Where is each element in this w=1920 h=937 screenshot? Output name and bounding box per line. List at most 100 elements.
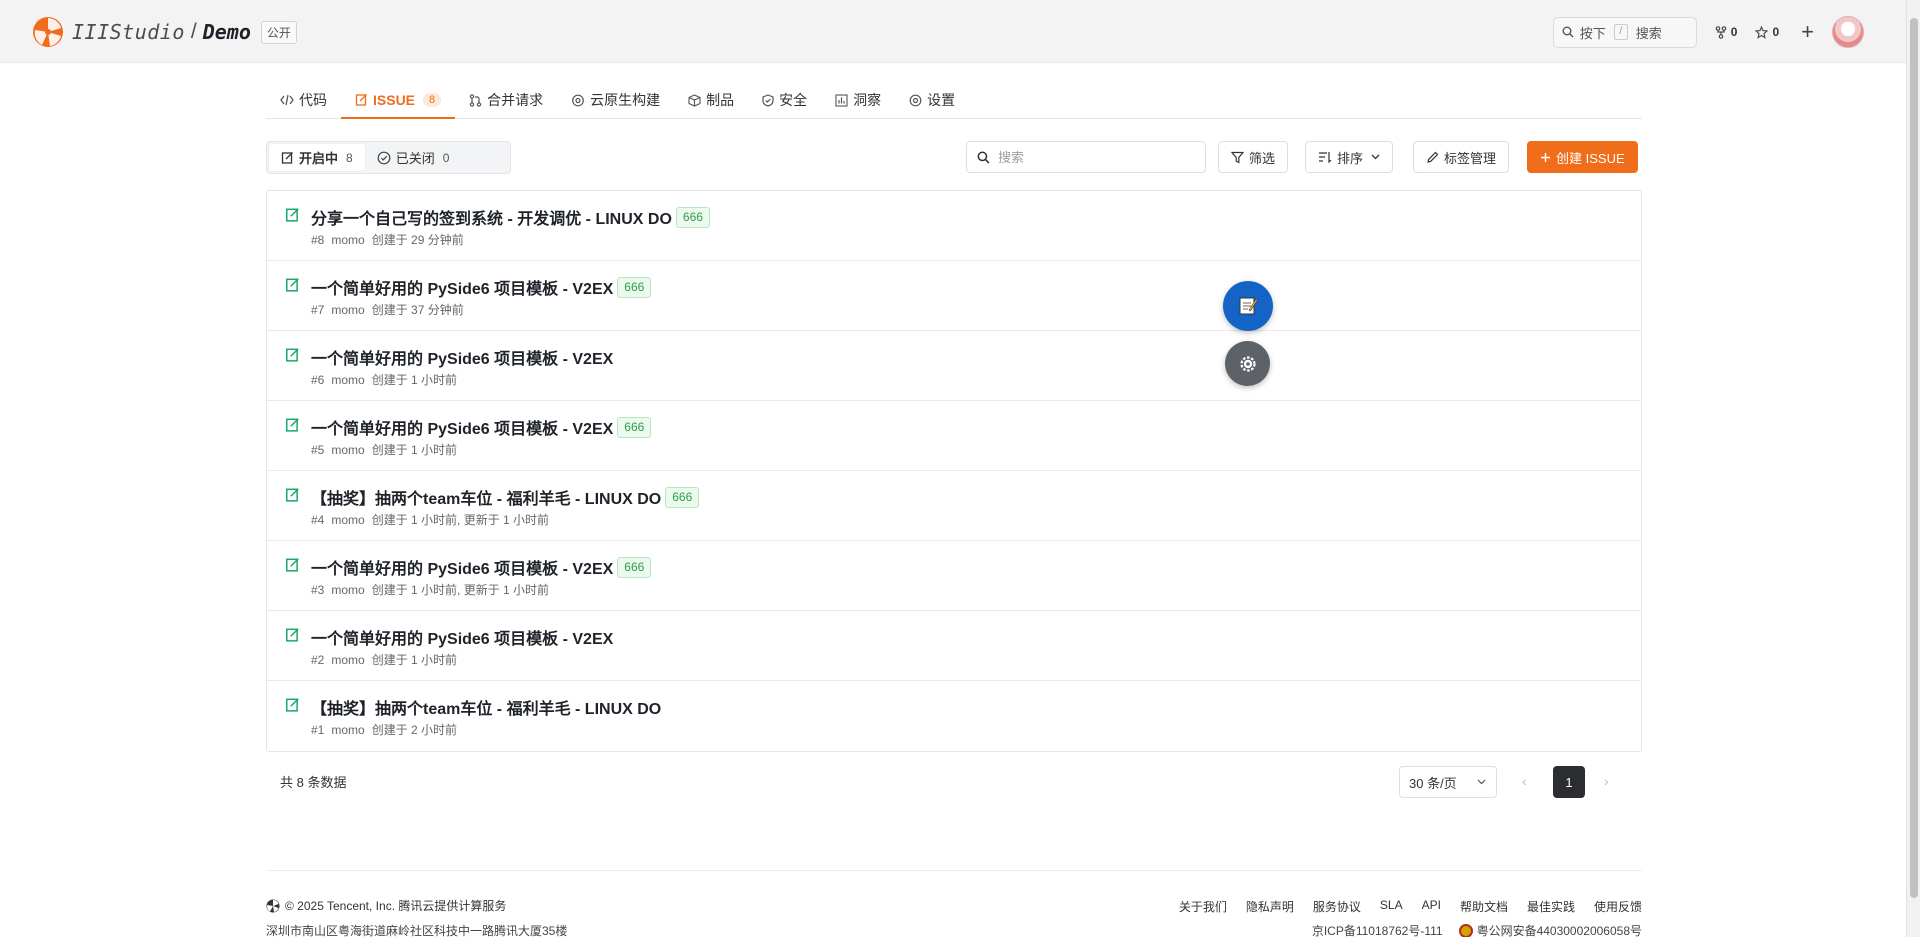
company-address: 深圳市南山区粤海街道麻岭社区科技中一路腾讯大厦35楼: [266, 924, 568, 937]
top-bar: IIIStudio / Demo 公开 按下 / 搜索 0 0 +: [0, 0, 1906, 63]
footer-link-privacy[interactable]: 隐私声明: [1246, 898, 1294, 915]
issue-title-link[interactable]: 一个简单好用的 PySide6 项目模板 - V2EX: [311, 275, 613, 299]
issue-icon: [281, 152, 293, 164]
issue-time: 创建于 29 分钟前: [371, 233, 464, 247]
tab-code[interactable]: 代码: [266, 82, 341, 118]
tab-settings[interactable]: 设置: [895, 82, 969, 118]
issue-author[interactable]: momo: [331, 233, 364, 247]
issue-author[interactable]: momo: [331, 723, 364, 737]
tab-cloud-build[interactable]: 云原生构建: [557, 82, 674, 118]
issue-row[interactable]: 分享一个自己写的签到系统 - 开发调优 - LINUX DO 666 #8 mom…: [267, 191, 1641, 261]
issue-status-segment: 开启中 8 已关闭 0: [266, 141, 511, 174]
open-issue-icon: [285, 558, 299, 572]
repo-name-link[interactable]: Demo: [203, 20, 251, 44]
footer-link-about[interactable]: 关于我们: [1179, 898, 1227, 915]
global-search[interactable]: 按下 / 搜索: [1552, 16, 1697, 48]
issue-title-link[interactable]: 【抽奖】抽两个team车位 - 福利羊毛 - LINUX DO: [311, 695, 661, 719]
create-issue-button[interactable]: 创建 ISSUE: [1527, 141, 1638, 173]
tab-label: 制品: [706, 92, 735, 108]
header-actions: 按下 / 搜索 0 0 +: [1552, 16, 1864, 48]
scrollbar-thumb[interactable]: [1910, 18, 1918, 898]
issue-author[interactable]: momo: [331, 513, 364, 527]
issue-number: #6: [311, 373, 325, 387]
issue-label-tag[interactable]: 666: [617, 556, 652, 578]
path-separator: /: [190, 20, 197, 43]
label-manage-button[interactable]: 标签管理: [1413, 141, 1510, 173]
star-button[interactable]: 0: [1755, 25, 1779, 39]
tab-packages[interactable]: 制品: [674, 82, 748, 118]
issue-author[interactable]: momo: [331, 653, 364, 667]
issue-title-link[interactable]: 一个简单好用的 PySide6 项目模板 - V2EX: [311, 625, 613, 649]
issue-time: 创建于 2 小时前: [371, 723, 458, 737]
sort-button[interactable]: 排序: [1305, 141, 1394, 173]
user-avatar[interactable]: [1832, 16, 1864, 48]
icp-license-link[interactable]: 京ICP备11018762号-111: [1312, 922, 1443, 937]
footer-links: 关于我们 隐私声明 服务协议 SLA API 帮助文档 最佳实践 使用反馈: [1160, 898, 1642, 915]
chevron-down-icon: [1371, 154, 1380, 160]
page-scrollbar[interactable]: [1906, 0, 1920, 937]
footer-link-docs[interactable]: 帮助文档: [1460, 898, 1508, 915]
shield-icon: [762, 93, 774, 107]
issue-author[interactable]: momo: [331, 303, 364, 317]
filter-button[interactable]: 筛选: [1218, 141, 1289, 173]
current-page[interactable]: 1: [1553, 766, 1585, 798]
issue-row[interactable]: 一个简单好用的 PySide6 项目模板 - V2EX 666 #7 momo 创建…: [267, 261, 1641, 331]
issue-author[interactable]: momo: [331, 443, 364, 457]
issue-number: #1: [311, 723, 325, 737]
plus-icon: [1541, 152, 1550, 162]
cnb-logo-icon[interactable]: [32, 16, 64, 48]
issue-row[interactable]: 【抽奖】抽两个team车位 - 福利羊毛 - LINUX DO 666 #4 mo…: [267, 471, 1641, 541]
issue-search[interactable]: [966, 141, 1206, 173]
page-size-value: 30 条/页: [1409, 775, 1457, 791]
police-badge-icon: [1458, 923, 1473, 937]
issue-author[interactable]: momo: [331, 583, 364, 597]
issue-label-tag[interactable]: 666: [665, 486, 700, 508]
tab-merge-request[interactable]: 合并请求: [455, 82, 557, 118]
issue-label-tag[interactable]: 666: [675, 206, 710, 228]
footer-link-api[interactable]: API: [1422, 898, 1441, 915]
footer-link-terms[interactable]: 服务协议: [1313, 898, 1361, 915]
create-label: 创建 ISSUE: [1556, 150, 1625, 166]
issue-search-input[interactable]: [998, 149, 1188, 165]
search-hint-press: 按下: [1579, 25, 1606, 41]
closed-issues-tab[interactable]: 已关闭 0: [365, 144, 462, 171]
gear-icon: [909, 94, 922, 106]
footer-link-best-practice[interactable]: 最佳实践: [1527, 898, 1575, 915]
page-size-select[interactable]: 30 条/页: [1399, 766, 1497, 798]
prev-page-icon[interactable]: ‹: [1522, 773, 1527, 789]
notepad-icon: [1239, 297, 1258, 315]
issue-row[interactable]: 一个简单好用的 PySide6 项目模板 - V2EX #6 momo 创建于 1 …: [267, 331, 1641, 401]
star-count: 0: [1772, 25, 1780, 39]
floating-note-button[interactable]: [1223, 281, 1273, 331]
floating-settings-button[interactable]: [1225, 341, 1270, 386]
open-issues-tab[interactable]: 开启中 8: [269, 144, 365, 171]
issue-icon: [355, 94, 367, 106]
issue-title-link[interactable]: 一个简单好用的 PySide6 项目模板 - V2EX: [311, 345, 613, 369]
issue-title-link[interactable]: 分享一个自己写的签到系统 - 开发调优 - LINUX DO: [311, 205, 672, 229]
tab-issue[interactable]: ISSUE 8: [341, 82, 456, 119]
issue-list: 分享一个自己写的签到系统 - 开发调优 - LINUX DO 666 #8 mom…: [266, 190, 1642, 752]
issue-row[interactable]: 一个简单好用的 PySide6 项目模板 - V2EX 666 #5 momo 创建…: [267, 401, 1641, 471]
tab-label: 设置: [927, 92, 956, 108]
police-record[interactable]: 粤公网安备44030002006058号: [1458, 922, 1642, 937]
issue-row[interactable]: 一个简单好用的 PySide6 项目模板 - V2EX 666 #3 momo 创建…: [267, 541, 1641, 611]
fork-button[interactable]: 0: [1715, 25, 1737, 39]
issue-row[interactable]: 一个简单好用的 PySide6 项目模板 - V2EX #2 momo 创建于 1 …: [267, 611, 1641, 681]
repo-owner-link[interactable]: IIIStudio: [72, 20, 185, 44]
issue-author[interactable]: momo: [331, 373, 364, 387]
issue-label-tag[interactable]: 666: [617, 416, 652, 438]
footer-link-feedback[interactable]: 使用反馈: [1594, 898, 1642, 915]
open-label: 开启中: [299, 151, 339, 166]
tab-security[interactable]: 安全: [748, 82, 821, 118]
issue-title-link[interactable]: 【抽奖】抽两个team车位 - 福利羊毛 - LINUX DO: [311, 485, 661, 509]
next-page-icon[interactable]: ›: [1604, 773, 1609, 789]
issue-title-link[interactable]: 一个简单好用的 PySide6 项目模板 - V2EX: [311, 415, 613, 439]
issue-row[interactable]: 【抽奖】抽两个team车位 - 福利羊毛 - LINUX DO #1 momo 创建…: [267, 681, 1641, 751]
repo-tabs: 代码 ISSUE 8 合并请求 云原生构建 制品 安全 洞察 设置: [266, 82, 1642, 119]
issue-label-tag[interactable]: 666: [617, 276, 652, 298]
issue-title-link[interactable]: 一个简单好用的 PySide6 项目模板 - V2EX: [311, 555, 613, 579]
plus-icon[interactable]: +: [1801, 21, 1814, 43]
tab-insight[interactable]: 洞察: [821, 82, 895, 118]
issue-number: #3: [311, 583, 325, 597]
footer-link-sla[interactable]: SLA: [1380, 898, 1403, 915]
